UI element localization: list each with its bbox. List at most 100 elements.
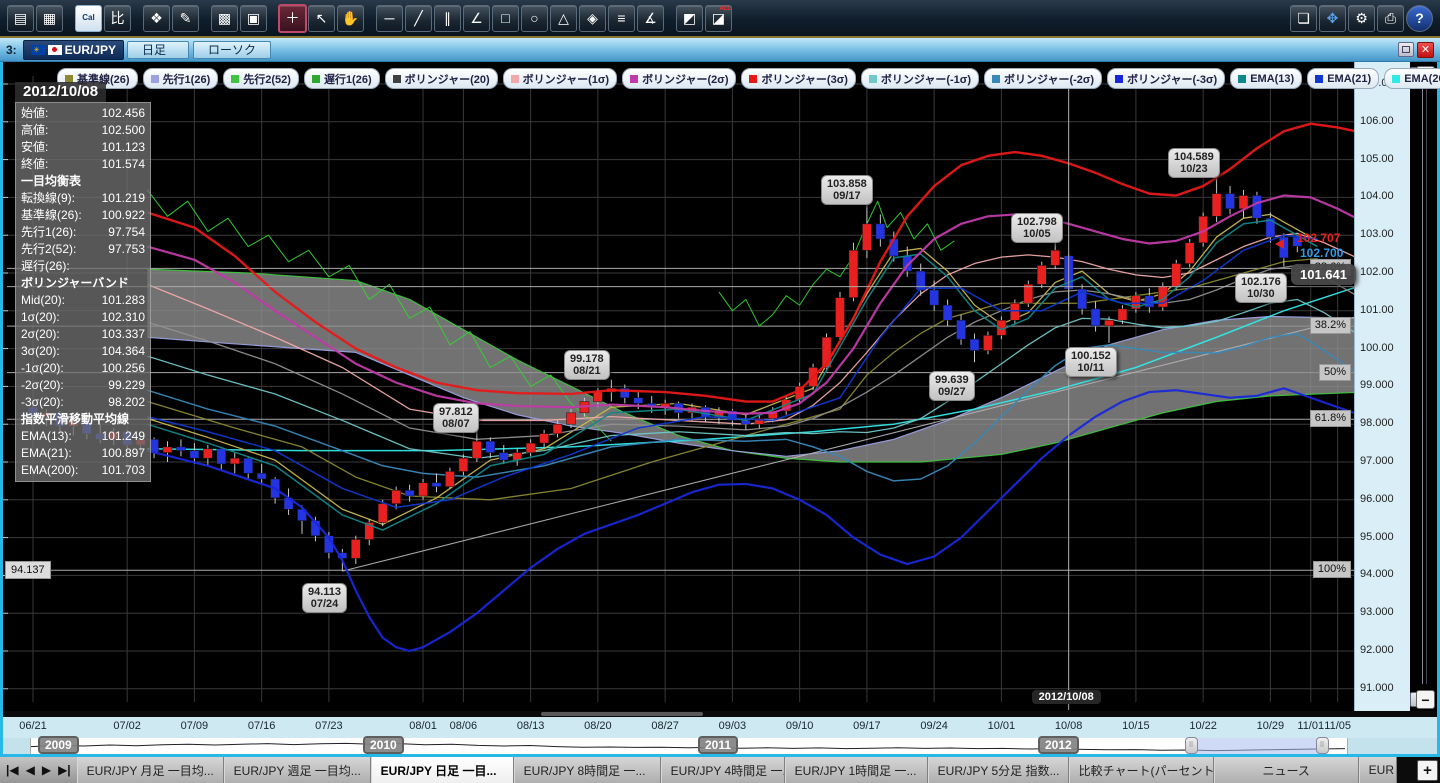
chart-tab[interactable]: EUR — [1359, 757, 1397, 783]
price-axis-label: 96.000 — [1360, 493, 1394, 505]
tab-nav-arrow-2[interactable]: ▶ — [42, 763, 51, 777]
add-tab-button[interactable]: + — [1417, 760, 1438, 781]
legend-color-swatch — [1238, 75, 1246, 83]
print-button[interactable]: ⎙ — [1377, 5, 1404, 32]
candlestick-chart[interactable] — [3, 62, 1437, 711]
toolbar-group: ❖✎ — [142, 4, 200, 33]
chart-style-selector[interactable]: ローソク — [193, 41, 271, 59]
pair-label: EUR/JPY — [65, 43, 116, 57]
pencil-button[interactable]: ✎ — [172, 5, 199, 32]
period-selector[interactable]: 日足 — [127, 41, 189, 59]
navigator-handle-left[interactable] — [1185, 737, 1198, 754]
legend-pill[interactable]: ボリンジャー(1σ) — [503, 68, 617, 89]
price-axis-label: 93.000 — [1360, 606, 1394, 618]
info-section-header: 一目均衡表 — [21, 173, 145, 190]
legend-color-swatch — [749, 75, 757, 83]
legend-color-swatch — [393, 75, 401, 83]
chart-settings-button[interactable]: ▩ — [211, 5, 238, 32]
node-link-button[interactable]: ❖ — [143, 5, 170, 32]
diagonal-line-icon: ╱ — [414, 11, 422, 25]
window-copy-button[interactable]: ❏ — [1290, 5, 1317, 32]
chart-tab[interactable]: EUR/JPY 週足 一目均... — [224, 757, 371, 783]
lines-stack-button[interactable]: ≡ — [608, 5, 635, 32]
info-value: 102.310 — [102, 309, 145, 326]
price-axis-label: 106.00 — [1360, 115, 1394, 127]
legend-pill[interactable]: EMA(13) — [1230, 68, 1302, 89]
timeline-navigator[interactable]: 2009201020112012 — [3, 738, 1437, 754]
gear-button[interactable]: ⚙ — [1348, 5, 1375, 32]
expand-button[interactable]: ✥ — [1319, 5, 1346, 32]
ellipse-button[interactable]: ○ — [521, 5, 548, 32]
navigator-handle-right[interactable] — [1316, 737, 1329, 754]
info-row: 先行2(52):97.753 — [21, 241, 145, 258]
swing-marker: 99.17808/21 — [564, 350, 610, 380]
tab-nav-arrow-1[interactable]: ◀ — [26, 763, 35, 777]
chart-tab[interactable]: EUR/JPY 日足 一目... — [371, 757, 514, 783]
polygon-button[interactable]: ◈ — [579, 5, 606, 32]
eraser-button[interactable]: ◩ — [676, 5, 703, 32]
navigator-selection[interactable] — [1192, 738, 1322, 754]
rectangle-button[interactable]: □ — [492, 5, 519, 32]
legend-pill[interactable]: EMA(200) — [1384, 68, 1440, 89]
crosshair-button[interactable]: ＋ — [278, 4, 307, 33]
currency-pair-chip[interactable]: EUR/JPY — [23, 40, 124, 60]
info-row: 終値:101.574 — [21, 156, 145, 173]
info-label: 3σ(20): — [21, 343, 60, 360]
legend-pill[interactable]: EMA(21) — [1307, 68, 1379, 89]
legend-pill[interactable]: ボリンジャー(20) — [385, 68, 498, 89]
zoom-out-button[interactable]: − — [1416, 690, 1435, 709]
horizontal-scrollbar-thumb[interactable] — [541, 712, 703, 716]
window-copy-icon: ❏ — [1297, 11, 1310, 25]
parallel-lines-button[interactable]: ∥ — [434, 5, 461, 32]
chart-tab[interactable]: EUR/JPY 月足 一目均... — [77, 757, 224, 783]
tab-nav-arrow-0[interactable]: |◀ — [6, 763, 19, 777]
legend-pill[interactable]: 遅行1(26) — [304, 68, 380, 89]
navigator-track[interactable] — [30, 738, 1348, 754]
horizontal-line-button[interactable]: ─ — [376, 5, 403, 32]
tab-nav-arrow-3[interactable]: ▶| — [58, 763, 71, 777]
hand-button[interactable]: ✋ — [337, 5, 364, 32]
fan-lines-button[interactable]: ∡ — [637, 5, 664, 32]
triangle-button[interactable]: △ — [550, 5, 577, 32]
compare-button[interactable]: 比 — [104, 5, 131, 32]
legend-pill[interactable]: ボリンジャー(-2σ) — [984, 68, 1102, 89]
swing-marker: 102.79810/05 — [1011, 213, 1063, 243]
legend-pill[interactable]: ボリンジャー(3σ) — [741, 68, 855, 89]
date-axis[interactable]: 06/2107/0207/0907/1607/2308/0108/0608/13… — [3, 717, 1437, 738]
legend-pill[interactable]: ボリンジャー(-3σ) — [1107, 68, 1225, 89]
calculator-button[interactable]: Cal — [75, 5, 102, 32]
tabs-holder: EUR/JPY 月足 一目均...EUR/JPY 週足 一目均...EUR/JP… — [77, 757, 1397, 783]
eraser-all-button[interactable]: ◪ALL — [705, 5, 732, 32]
legend-color-swatch — [869, 75, 877, 83]
toolbar-group: ─ ╱ ∥∠□○△◈≡∡ — [375, 4, 665, 33]
legend-pill[interactable]: 先行2(52) — [223, 68, 299, 89]
legend-pill[interactable]: ボリンジャー(-1σ) — [861, 68, 979, 89]
cursor-button[interactable]: ↖ — [308, 5, 335, 32]
angle-line-button[interactable]: ∠ — [463, 5, 490, 32]
date-axis-label: 08/06 — [450, 720, 478, 732]
date-axis-label: 08/27 — [651, 720, 679, 732]
legend-label: ボリンジャー(-3σ) — [1127, 71, 1217, 87]
chart-tab[interactable]: EUR/JPY 1時間足 一... — [785, 757, 928, 783]
list-icon: ▤ — [14, 11, 27, 25]
save-button[interactable]: ▣ — [240, 5, 267, 32]
list-button[interactable]: ▤ — [7, 5, 34, 32]
info-row: 1σ(20):102.310 — [21, 309, 145, 326]
chart-tab[interactable]: EUR/JPY 4時間足 一... — [661, 757, 785, 783]
info-label: 安値: — [21, 139, 48, 156]
help-button[interactable]: ? — [1406, 5, 1433, 32]
vertical-scrollbar-track[interactable] — [1422, 84, 1427, 684]
close-window-button[interactable]: ✕ — [1417, 42, 1434, 58]
chart-tab[interactable]: ニュース — [1214, 757, 1359, 783]
diagonal-line-button[interactable]: ╱ — [405, 5, 432, 32]
legend-pill[interactable]: 先行1(26) — [143, 68, 219, 89]
report-add-button[interactable]: ▦ — [36, 5, 63, 32]
swing-value: 94.113 — [308, 586, 341, 598]
price-axis[interactable]: 107.00106.00105.00104.00103.00102.00101.… — [1354, 62, 1411, 711]
legend-pill[interactable]: ボリンジャー(2σ) — [622, 68, 736, 89]
chart-tab[interactable]: EUR/JPY 5分足 指数... — [928, 757, 1069, 783]
swing-date: 10/23 — [1174, 163, 1214, 175]
chart-tab[interactable]: 比較チャート(パーセント... — [1069, 757, 1214, 783]
restore-window-button[interactable] — [1398, 42, 1414, 57]
chart-tab[interactable]: EUR/JPY 8時間足 一... — [514, 757, 661, 783]
